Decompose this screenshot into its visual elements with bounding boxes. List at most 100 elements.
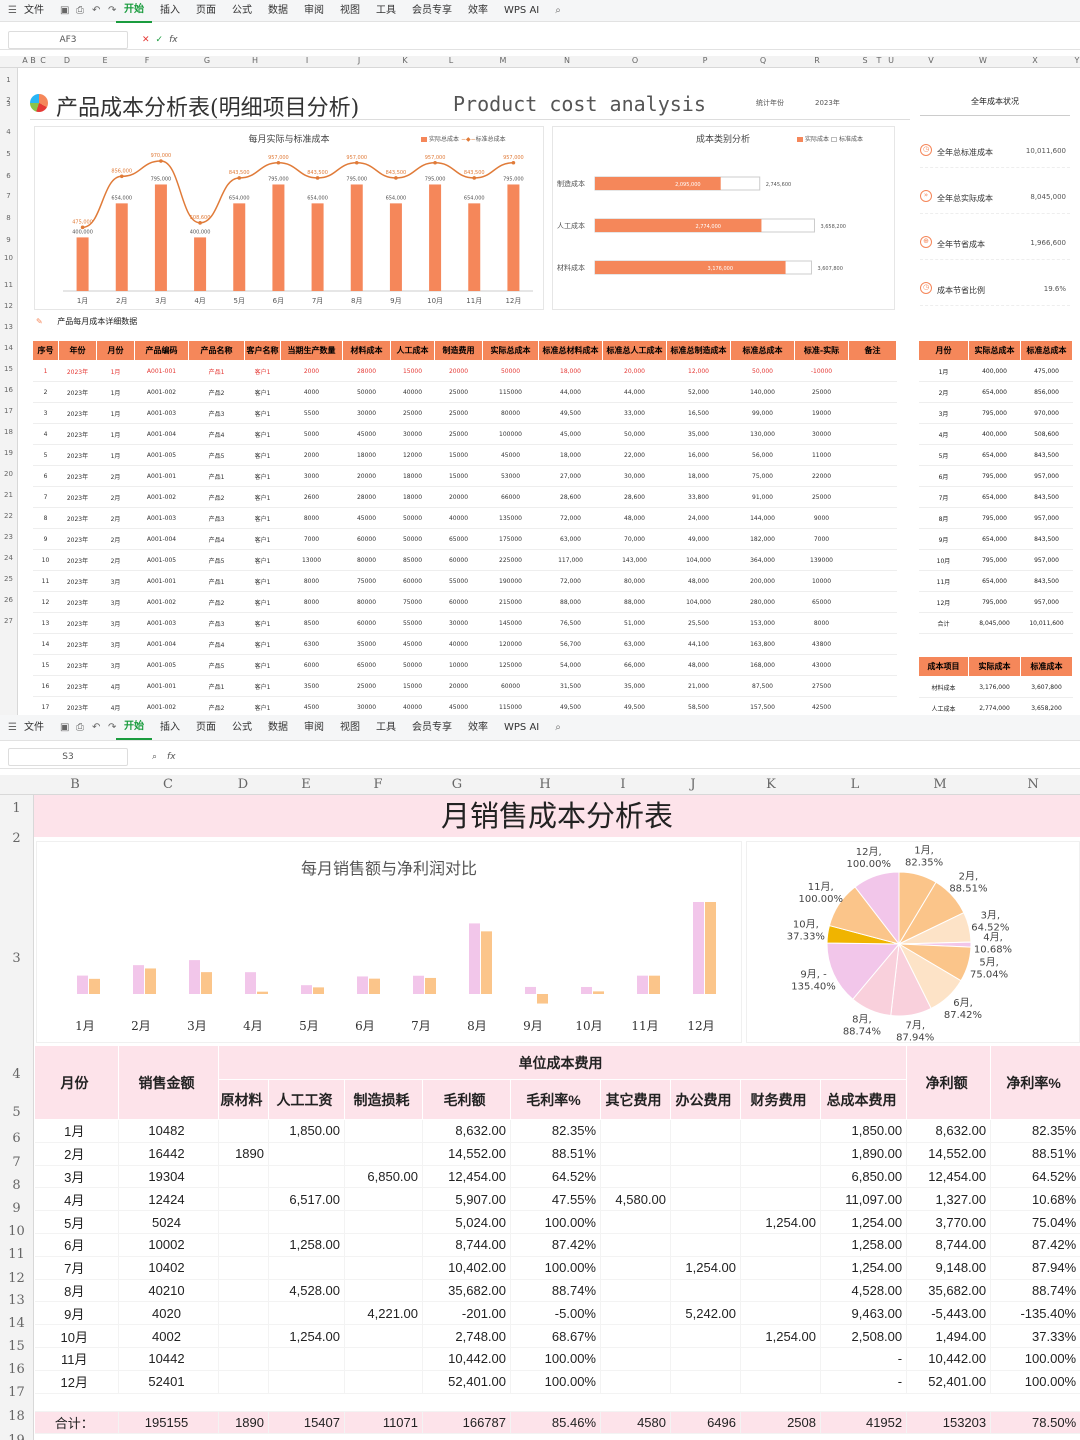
cell[interactable]: A001-004 — [134, 633, 189, 655]
cell[interactable]: - — [820, 1347, 908, 1371]
cell[interactable]: 44,000 — [538, 381, 603, 403]
cell[interactable]: 1,258.00 — [268, 1233, 345, 1257]
cell[interactable]: 53000 — [482, 465, 539, 487]
cell[interactable]: 产品4 — [188, 633, 245, 655]
cell[interactable]: 4月 — [918, 423, 969, 445]
cell[interactable]: 18,000 — [538, 360, 603, 382]
cell[interactable]: 12,454.00 — [906, 1165, 992, 1189]
cell[interactable]: 49,000 — [666, 528, 731, 550]
material-header[interactable]: 原材料 — [218, 1079, 269, 1120]
labor-header[interactable]: 人工工资 — [268, 1079, 345, 1120]
cell[interactable]: A001-002 — [134, 591, 189, 613]
cell[interactable]: 1月 — [96, 444, 135, 466]
cell[interactable]: 19000 — [794, 402, 849, 424]
cell[interactable]: 2023年 — [58, 486, 97, 508]
cell[interactable]: 2023年 — [58, 465, 97, 487]
cell[interactable]: 客户1 — [244, 675, 281, 697]
row-header-27[interactable]: 27 — [0, 617, 17, 625]
total_cost-header[interactable]: 总成本费用 — [819, 1079, 908, 1120]
cell[interactable]: 客户1 — [244, 381, 281, 403]
col-header-9[interactable]: 制造费用 — [434, 340, 483, 361]
cell[interactable]: 2月 — [96, 549, 135, 571]
column-header-G[interactable]: G — [200, 56, 214, 65]
cell[interactable]: 33,800 — [666, 486, 731, 508]
cell[interactable]: 5000 — [280, 423, 343, 445]
cell[interactable]: 产品1 — [188, 675, 245, 697]
total-cell[interactable]: 4580 — [600, 1411, 671, 1435]
cell[interactable]: 28000 — [342, 486, 391, 508]
row-header-6[interactable]: 6 — [0, 172, 17, 180]
cell[interactable]: 客户1 — [244, 402, 281, 424]
menu-item-10[interactable]: 效率 — [460, 717, 496, 739]
cell[interactable] — [600, 1165, 671, 1189]
cell[interactable]: 11 — [32, 570, 59, 592]
cell[interactable]: 10.68% — [990, 1187, 1080, 1212]
cell[interactable]: 8,632.00 — [906, 1119, 992, 1143]
cell[interactable]: 3月 — [96, 633, 135, 655]
cell[interactable]: 100.00% — [990, 1347, 1080, 1371]
cell[interactable]: 104,000 — [666, 549, 731, 571]
cell[interactable]: 10,442.00 — [422, 1347, 511, 1371]
cell[interactable]: 143,000 — [602, 549, 667, 571]
cell[interactable]: 11月 — [34, 1347, 119, 1371]
row-header-14[interactable]: 14 — [0, 344, 17, 352]
cell[interactable]: A001-005 — [134, 654, 189, 676]
undo-icon[interactable]: ↶ — [84, 0, 100, 22]
cell[interactable]: 客户1 — [244, 633, 281, 655]
cell[interactable]: 135000 — [482, 507, 539, 529]
row-header-24[interactable]: 24 — [0, 554, 17, 562]
row-header-18[interactable]: 18 — [0, 1409, 33, 1424]
cell[interactable]: 3月 — [918, 402, 969, 424]
cell[interactable]: 88.74% — [990, 1279, 1080, 1303]
col-header-11[interactable]: 标准总材料成本 — [538, 340, 603, 361]
cell[interactable] — [218, 1187, 269, 1212]
cell[interactable]: 2023年 — [58, 549, 97, 571]
row-header-22[interactable]: 22 — [0, 512, 17, 520]
row-header-1[interactable]: 1 — [0, 76, 17, 84]
cell[interactable]: 22000 — [794, 465, 849, 487]
row-header-16[interactable]: 16 — [0, 1362, 33, 1377]
column-header-V[interactable]: V — [924, 56, 938, 65]
cell[interactable]: 2 — [32, 381, 59, 403]
cancel-icon[interactable]: ✕ — [142, 35, 150, 45]
cell[interactable] — [600, 1142, 671, 1166]
cell[interactable]: 60000 — [390, 570, 435, 592]
cell[interactable]: 100.00% — [510, 1347, 601, 1371]
cell[interactable]: 1,254.00 — [670, 1256, 741, 1280]
cell[interactable]: 2023年 — [58, 402, 97, 424]
search-icon[interactable]: ⌕ — [547, 0, 563, 22]
column-header-I[interactable]: I — [615, 777, 631, 792]
cell[interactable]: 2023年 — [58, 654, 97, 676]
cell[interactable]: 20,000 — [602, 360, 667, 382]
total-cell[interactable]: 85.46% — [510, 1411, 601, 1435]
cell[interactable]: A001-004 — [134, 528, 189, 550]
cell[interactable]: 20000 — [434, 360, 483, 382]
cell[interactable] — [218, 1347, 269, 1371]
cell[interactable] — [740, 1187, 821, 1212]
cell[interactable]: 50,000 — [730, 360, 795, 382]
sales-header[interactable]: 销售金额 — [118, 1045, 219, 1120]
menu-item-4[interactable]: 公式 — [224, 0, 260, 22]
row-header-17[interactable]: 17 — [0, 407, 17, 415]
cell[interactable]: 14 — [32, 633, 59, 655]
cell[interactable]: 客户1 — [244, 360, 281, 382]
row-header-15[interactable]: 15 — [0, 365, 17, 373]
cell[interactable] — [848, 381, 897, 403]
cell[interactable]: 65000 — [434, 528, 483, 550]
column-header-D[interactable]: D — [60, 56, 74, 65]
cell[interactable]: 6,850.00 — [344, 1165, 423, 1189]
cell[interactable]: 120000 — [482, 633, 539, 655]
cell[interactable]: 10000 — [434, 654, 483, 676]
cell[interactable]: 45000 — [482, 444, 539, 466]
cell[interactable]: 2,774,000 — [968, 697, 1021, 715]
cell[interactable]: 18000 — [390, 486, 435, 508]
cell[interactable]: 27,000 — [538, 465, 603, 487]
month-header[interactable]: 月份 — [34, 1045, 119, 1120]
cell[interactable]: 3,770.00 — [906, 1210, 992, 1234]
cell[interactable]: 48,000 — [666, 570, 731, 592]
cell[interactable]: 2月 — [918, 381, 969, 403]
column-header-D[interactable]: D — [235, 777, 251, 792]
cell[interactable]: -10000 — [794, 360, 849, 382]
cell[interactable] — [848, 612, 897, 634]
row-header-12[interactable]: 12 — [0, 1271, 33, 1286]
